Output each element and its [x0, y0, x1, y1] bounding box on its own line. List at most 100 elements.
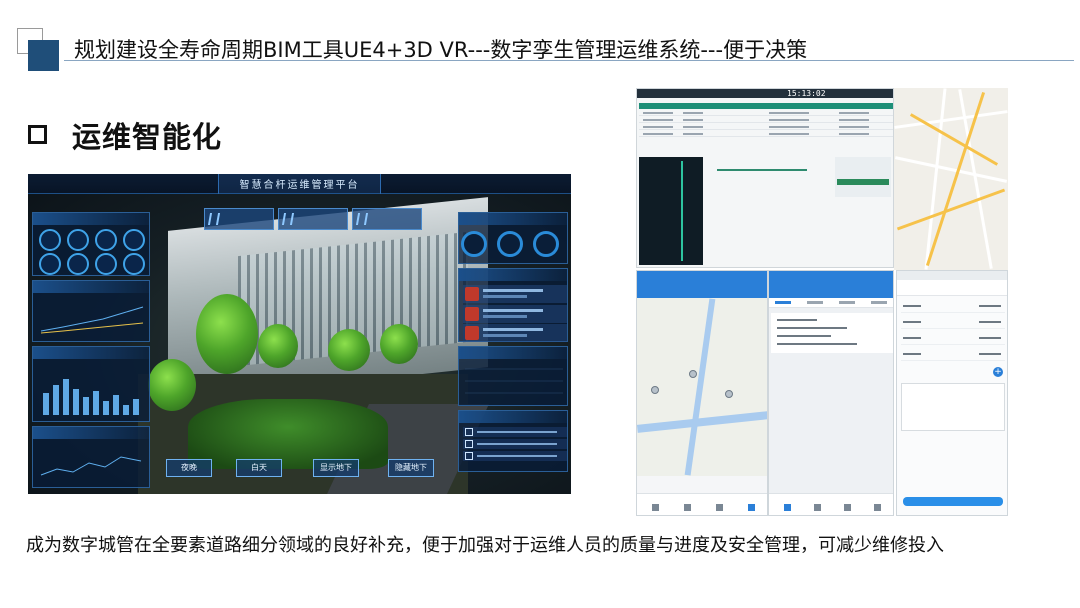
gauge-icon	[39, 253, 61, 275]
form-row[interactable]	[901, 347, 1005, 361]
tab-contacts[interactable]	[705, 504, 733, 513]
ring-gauge-icon	[461, 231, 487, 257]
map-pin-icon[interactable]	[651, 386, 659, 394]
tree-render	[148, 359, 196, 411]
web-clock: 15:13:02	[787, 89, 826, 98]
submit-button[interactable]	[903, 497, 1003, 506]
dashboard-right-panel-alarms	[458, 410, 568, 472]
show-underground-button[interactable]: 显示地下	[313, 459, 359, 477]
line-chart-icon	[40, 456, 142, 476]
alarm-row	[463, 439, 567, 449]
status-bar	[637, 271, 767, 280]
header-decoration-filled-square	[28, 40, 59, 71]
mobile-tabbar	[637, 493, 767, 515]
send-icon	[683, 504, 691, 511]
description-textarea[interactable]	[901, 383, 1005, 431]
web-progress-steps	[717, 169, 807, 171]
table-row	[639, 118, 893, 123]
add-icon[interactable]: +	[993, 367, 1003, 377]
tree-render	[328, 329, 370, 371]
mobile-issue-report-screenshot: +	[896, 270, 1008, 516]
tab-workorder[interactable]	[773, 504, 801, 513]
mobile-map[interactable]	[637, 298, 767, 476]
gauge-icon	[39, 229, 61, 251]
dashboard-left-panel-energy	[32, 426, 150, 488]
tab-report[interactable]	[803, 504, 831, 513]
avatar	[465, 287, 479, 301]
bar-chart-icon	[39, 379, 149, 415]
gauge-icon	[67, 253, 89, 275]
panel-header	[459, 213, 567, 225]
ring-gauge-icon	[533, 231, 559, 257]
line-chart-icon	[465, 368, 563, 394]
mobile-asset-query-screenshot	[636, 270, 768, 516]
page-title: 规划建设全寿命周期BIM工具UE4+3D VR---数字孪生管理运维系统---便…	[74, 38, 808, 62]
tab-report[interactable]	[673, 504, 701, 513]
stat-pill	[278, 208, 348, 230]
day-mode-button[interactable]: 白天	[236, 459, 282, 477]
dashboard-left-panel-bars	[32, 346, 150, 422]
web-topbar	[637, 89, 893, 98]
section-title: 运维智能化	[72, 120, 223, 154]
tab-assets[interactable]	[737, 504, 765, 513]
panel-header	[33, 281, 149, 293]
mobile-workorder-screenshot	[768, 270, 894, 516]
night-mode-button[interactable]: 夜晚	[166, 459, 212, 477]
stat-pill	[352, 208, 422, 230]
panel-header	[459, 269, 567, 281]
avatar	[465, 326, 479, 340]
map-river	[684, 298, 716, 476]
gauge-icon	[95, 253, 117, 275]
panel-header	[459, 411, 567, 423]
form-row[interactable]	[901, 299, 1005, 313]
map-screenshot	[894, 88, 1008, 270]
send-icon	[813, 504, 821, 511]
tab-contacts[interactable]	[833, 504, 861, 513]
dashboard-title: 智慧合杆运维管理平台	[239, 180, 360, 191]
stat-pill	[204, 208, 274, 230]
dashboard-left-panel-line-chart	[32, 280, 150, 342]
panel-header	[33, 347, 149, 359]
alarm-row	[463, 451, 567, 461]
workorder-subtabs[interactable]	[769, 298, 893, 308]
gauge-icon	[123, 253, 145, 275]
map-river	[637, 411, 767, 433]
table-row	[639, 111, 893, 116]
web-side-list-selected[interactable]	[837, 179, 889, 185]
web-side-list	[835, 157, 891, 197]
tab-workorder[interactable]	[641, 504, 669, 513]
gauge-icon	[95, 229, 117, 251]
assets-icon	[873, 504, 881, 511]
workorder-icon	[651, 504, 659, 511]
panel-header	[459, 347, 567, 359]
road-icon	[281, 213, 295, 225]
person-row	[463, 324, 567, 342]
form-row[interactable]	[901, 315, 1005, 329]
mobile-header	[637, 280, 767, 298]
status-bar	[897, 271, 1007, 280]
panel-header	[33, 427, 149, 439]
workorder-icon	[783, 504, 791, 511]
assets-icon	[747, 504, 755, 511]
tab-assets[interactable]	[863, 504, 891, 513]
table-row	[639, 125, 893, 130]
contacts-icon	[843, 504, 851, 511]
hide-underground-button[interactable]: 隐藏地下	[388, 459, 434, 477]
road-icon	[207, 213, 221, 225]
line-chart-icon	[40, 306, 144, 334]
status-bar	[769, 271, 893, 280]
person-row	[463, 285, 567, 303]
web-admin-screenshot: 15:13:02	[636, 88, 894, 268]
footer-caption: 成为数字城管在全要素道路细分领域的良好补充，便于加强对于运维人员的质量与进度及安…	[26, 535, 944, 556]
map-pin-icon[interactable]	[689, 370, 697, 378]
gauge-icon	[123, 229, 145, 251]
tree-render	[258, 324, 298, 368]
table-row	[639, 132, 893, 137]
form-row[interactable]	[901, 331, 1005, 345]
dashboard-screenshot: 智慧合杆运维管理平台 夜晚 白天 显示地下 隐藏地下	[28, 174, 571, 494]
contacts-icon	[715, 504, 723, 511]
workorder-card[interactable]	[771, 313, 893, 353]
tree-render	[380, 324, 418, 364]
map-pin-icon[interactable]	[725, 390, 733, 398]
person-row	[463, 305, 567, 323]
